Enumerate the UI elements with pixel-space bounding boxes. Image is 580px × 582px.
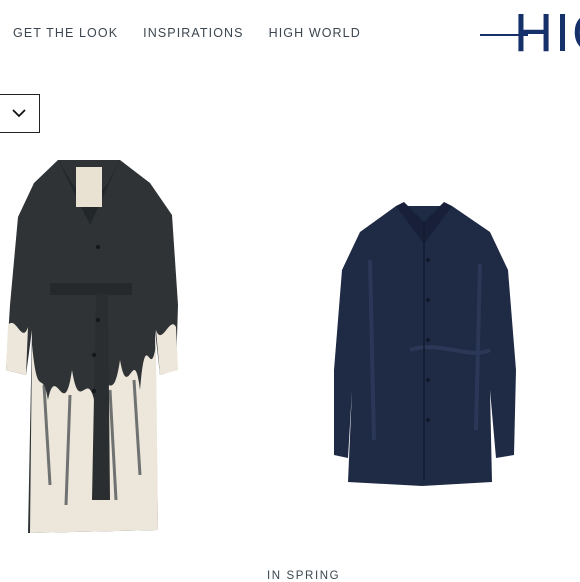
product-name: Navy satin button-up shirt	[330, 490, 331, 491]
navy-shirt-image	[334, 202, 516, 486]
brand-logo[interactable]: HIG	[480, 8, 580, 62]
sort-dropdown[interactable]	[0, 94, 40, 133]
product-card-trench-coat[interactable]: Dip-dye belted trench coat	[0, 155, 190, 540]
chevron-down-icon	[12, 109, 26, 118]
trench-coat-image	[6, 160, 178, 533]
product-card-navy-shirt[interactable]: Navy satin button-up shirt	[330, 200, 520, 490]
logo-text: HIG	[514, 8, 580, 62]
top-navigation: GET THE LOOK INSPIRATIONS HIGH WORLD	[13, 26, 361, 40]
section-caption: IN SPRING	[267, 570, 341, 582]
nav-inspirations[interactable]: INSPIRATIONS	[143, 26, 243, 40]
nav-high-world[interactable]: HIGH WORLD	[269, 26, 361, 40]
nav-get-the-look[interactable]: GET THE LOOK	[13, 26, 118, 40]
product-name: Dip-dye belted trench coat	[0, 540, 1, 541]
